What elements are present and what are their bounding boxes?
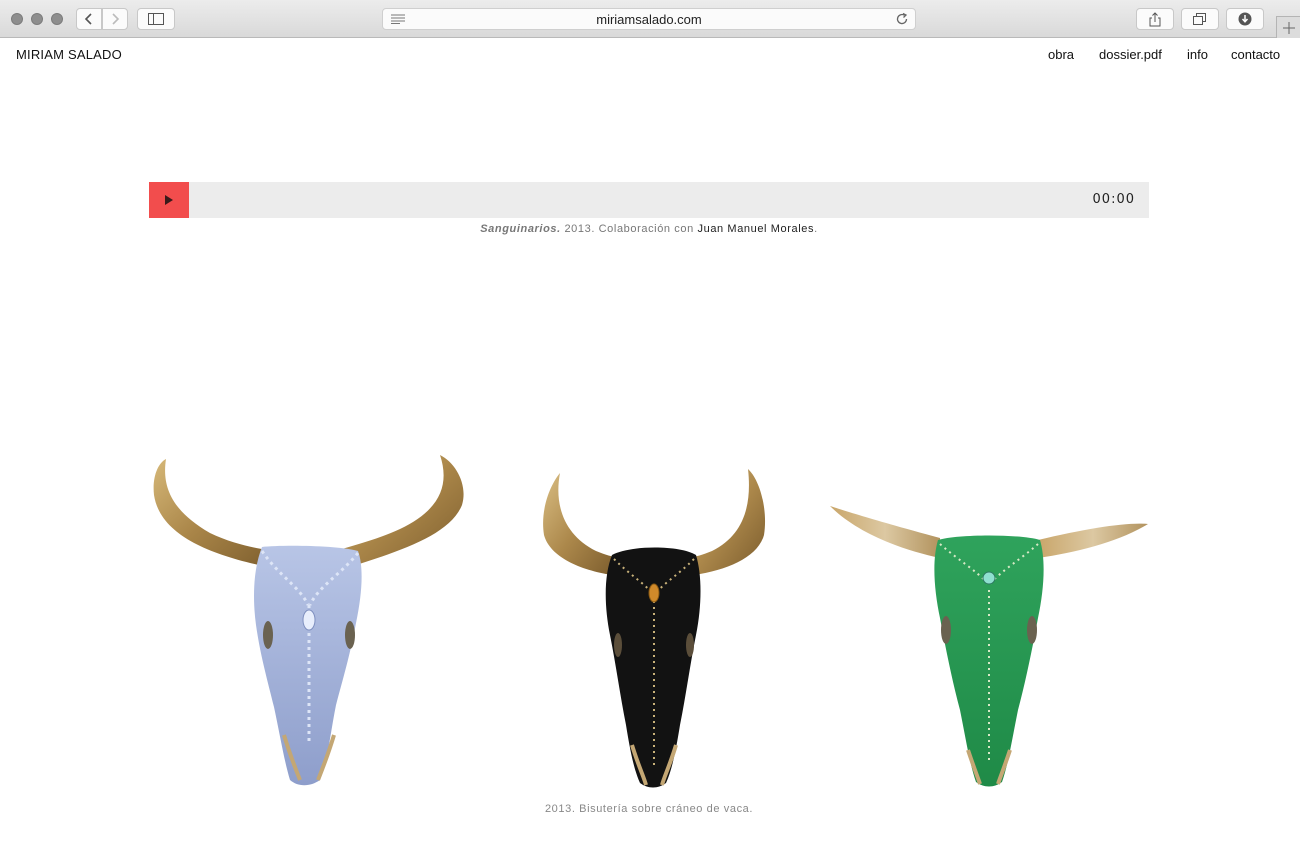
downloads-button[interactable]: [1226, 8, 1264, 30]
share-button[interactable]: [1136, 8, 1174, 30]
audio-player[interactable]: 00:00: [149, 182, 1149, 218]
url-text: miriamsalado.com: [596, 12, 702, 27]
download-icon: [1238, 12, 1252, 26]
gallery-caption: 2013. Bisutería sobre cráneo de vaca.: [544, 803, 754, 815]
green-beaded-bull-skull-image[interactable]: [828, 500, 1150, 790]
plus-icon: [1282, 21, 1295, 34]
nav-link-obra[interactable]: obra: [1048, 47, 1074, 62]
audio-caption-end: .: [814, 223, 818, 235]
play-icon: [165, 195, 173, 205]
collaborator-link[interactable]: Juan Manuel Morales: [698, 223, 815, 235]
audio-caption-text: 2013. Colaboración con: [560, 223, 698, 235]
blue-crystal-bull-skull-image[interactable]: [150, 455, 468, 790]
work-title: Sanguinarios.: [480, 223, 561, 235]
play-button[interactable]: [149, 182, 189, 218]
audio-caption: Sanguinarios. 2013. Colaboración con Jua…: [149, 223, 1149, 235]
site-title[interactable]: MIRIAM SALADO: [16, 47, 122, 62]
forward-button[interactable]: [102, 8, 128, 30]
browser-toolbar: miriamsalado.com: [0, 0, 1300, 38]
reload-icon[interactable]: [895, 12, 909, 26]
nav-link-info[interactable]: info: [1187, 47, 1208, 62]
new-tab-button[interactable]: [1276, 16, 1300, 38]
nav-link-contacto[interactable]: contacto: [1231, 47, 1280, 62]
zoom-window-button[interactable]: [51, 13, 63, 25]
address-bar[interactable]: miriamsalado.com: [382, 8, 916, 30]
sidebar-button[interactable]: [137, 8, 175, 30]
tabs-icon: [1193, 13, 1206, 25]
audio-time: 00:00: [1092, 192, 1135, 207]
sidebar-icon: [148, 13, 164, 25]
share-icon: [1149, 11, 1161, 26]
nav-link-dossier[interactable]: dossier.pdf: [1099, 47, 1162, 62]
close-window-button[interactable]: [11, 13, 23, 25]
tabs-overview-button[interactable]: [1181, 8, 1219, 30]
back-button[interactable]: [76, 8, 102, 30]
chevron-left-icon: [84, 13, 92, 25]
black-beaded-bull-skull-image[interactable]: [540, 465, 768, 790]
minimize-window-button[interactable]: [31, 13, 43, 25]
chevron-right-icon: [112, 13, 120, 25]
